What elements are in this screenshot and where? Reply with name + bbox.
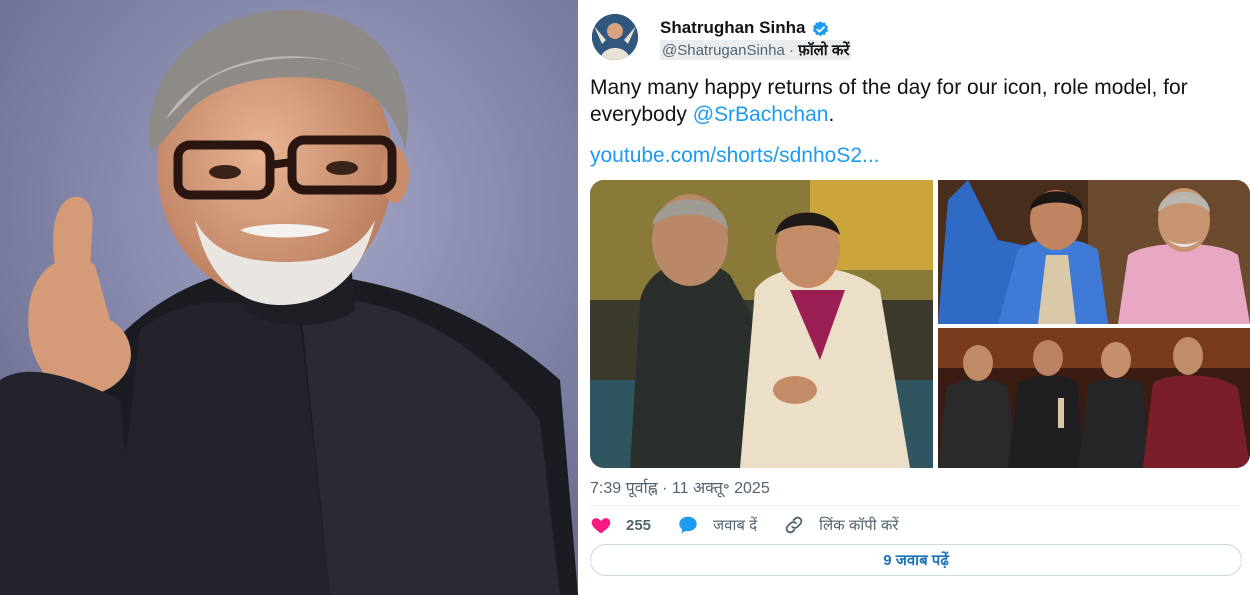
copy-link-label: लिंक कॉपी करें	[819, 517, 899, 534]
action-bar: 255 जवाब दें लिंक कॉपी करें	[590, 512, 924, 538]
tweet-text-end: .	[828, 103, 835, 126]
media-photo-3[interactable]	[938, 328, 1250, 468]
author-name[interactable]: Shatrughan Sinha	[660, 18, 805, 38]
action-divider	[590, 505, 1240, 506]
tweet-timestamp[interactable]: 7:39 पूर्वाह्न · 11 अक्तू॰ 2025	[590, 476, 770, 498]
reply-label: जवाब दें	[713, 517, 758, 534]
view-replies-button[interactable]: 9 जवाब पढ़ें	[590, 544, 1242, 576]
tweet-card: Shatrughan Sinha @ShatruganSinha · फ़ॉलो…	[582, 0, 1250, 595]
heart-icon	[591, 518, 611, 534]
author-avatar[interactable]	[592, 14, 638, 60]
photo-award	[938, 328, 1250, 468]
like-button[interactable]: 255	[590, 514, 651, 536]
tweet-text-main: Many many happy returns of the day for o…	[590, 76, 1188, 126]
youtube-link[interactable]: youtube.com/shorts/sdnhoS2...	[590, 144, 880, 168]
handle-row: @ShatruganSinha · फ़ॉलो करें	[660, 40, 852, 60]
handle-separator: ·	[788, 42, 794, 59]
author-handle[interactable]: @ShatruganSinha	[662, 42, 785, 59]
follow-button[interactable]: फ़ॉलो करें	[798, 42, 849, 59]
photo-embrace	[590, 180, 933, 468]
reply-button[interactable]: जवाब दें	[677, 514, 757, 536]
tweet-text: Many many happy returns of the day for o…	[590, 74, 1240, 128]
mention-link[interactable]: @SrBachchan	[693, 103, 829, 126]
avatar-image	[592, 14, 638, 60]
portrait-photo	[0, 0, 578, 595]
media-photo-1[interactable]	[590, 180, 933, 468]
tweet-media-grid[interactable]	[590, 180, 1250, 468]
photo-stage	[938, 180, 1250, 324]
speech-bubble-icon	[679, 516, 697, 534]
portrait-illustration	[0, 0, 578, 595]
copy-link-button[interactable]: लिंक कॉपी करें	[783, 514, 898, 536]
media-photo-2[interactable]	[938, 180, 1250, 324]
like-count: 255	[626, 516, 652, 534]
link-icon	[785, 516, 803, 534]
verified-badge-icon	[812, 21, 829, 37]
